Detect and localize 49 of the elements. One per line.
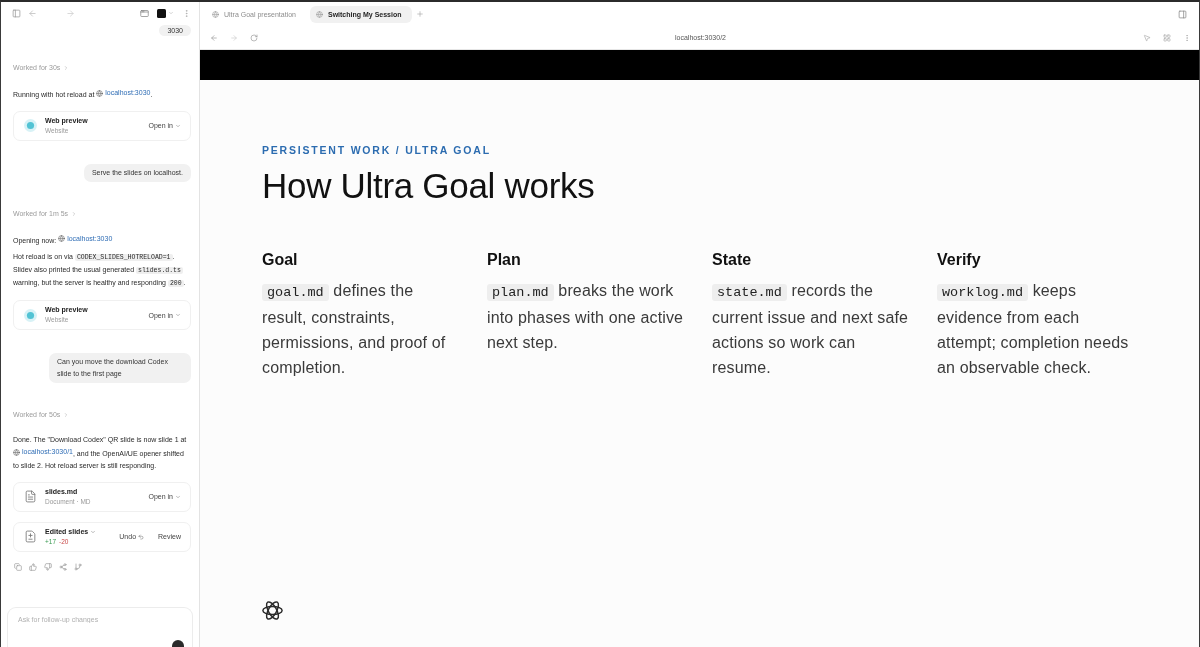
column-text: worklog.md keeps evidence from each attempt; completion needs an observable check. bbox=[937, 281, 1130, 378]
column-text: goal.md defines the result, constraints, permissions, and proof of completion. bbox=[262, 281, 447, 378]
filled-square-icon[interactable] bbox=[157, 8, 166, 18]
slide-title: How Ultra Goal works bbox=[262, 166, 595, 206]
chevron-down-icon bbox=[175, 122, 181, 129]
plus-icon[interactable] bbox=[415, 10, 424, 18]
column-heading: Plan bbox=[487, 250, 522, 270]
column-heading: Goal bbox=[262, 250, 299, 270]
window-icon[interactable] bbox=[140, 8, 149, 18]
send-button[interactable] bbox=[172, 640, 184, 647]
disc-icon bbox=[24, 308, 37, 322]
undo-icon bbox=[138, 533, 145, 540]
forward-icon[interactable] bbox=[66, 8, 75, 18]
chevron-down-icon bbox=[175, 493, 181, 500]
branch-icon[interactable] bbox=[74, 562, 82, 571]
column-heading: Verify bbox=[937, 250, 982, 270]
chevron-right-icon bbox=[63, 412, 70, 418]
globe-icon bbox=[212, 10, 219, 18]
forward-icon[interactable] bbox=[230, 33, 238, 42]
reload-icon[interactable] bbox=[250, 33, 258, 42]
panel-icon[interactable] bbox=[1178, 9, 1187, 19]
atom-icon bbox=[262, 600, 283, 621]
chevron-down-icon bbox=[175, 312, 181, 318]
back-icon[interactable] bbox=[210, 33, 218, 42]
back-icon[interactable] bbox=[28, 8, 37, 18]
slide-kicker: PERSISTENT WORK / ULTRA GOAL bbox=[262, 144, 491, 157]
cursor-icon[interactable] bbox=[1143, 33, 1151, 42]
chevron-right-icon bbox=[71, 210, 78, 217]
sidebar-toggle-icon[interactable] bbox=[12, 8, 21, 18]
chevron-down-icon bbox=[90, 528, 97, 535]
copy-icon[interactable] bbox=[14, 562, 22, 571]
globe-icon bbox=[13, 448, 20, 456]
globe-icon bbox=[316, 10, 323, 18]
globe-icon bbox=[58, 235, 66, 242]
column-heading: State bbox=[712, 250, 753, 270]
disc-icon bbox=[24, 119, 37, 132]
file-diff-icon bbox=[24, 530, 37, 543]
chevron-right-icon bbox=[63, 65, 70, 71]
column-text: state.md records the current issue and next safe actions so work can resume. bbox=[712, 281, 910, 378]
chevron-down-icon[interactable] bbox=[168, 10, 174, 16]
thumbs-up-icon[interactable] bbox=[29, 562, 37, 571]
grid-icon[interactable] bbox=[1163, 33, 1171, 42]
column-text: plan.md breaks the work into phases with one active next step. bbox=[487, 281, 685, 353]
more-icon[interactable] bbox=[182, 8, 191, 18]
share-icon[interactable] bbox=[59, 562, 67, 571]
document-icon bbox=[24, 490, 37, 503]
globe-icon bbox=[96, 89, 104, 97]
more-icon[interactable] bbox=[1183, 33, 1191, 42]
thumbs-down-icon[interactable] bbox=[44, 562, 52, 571]
